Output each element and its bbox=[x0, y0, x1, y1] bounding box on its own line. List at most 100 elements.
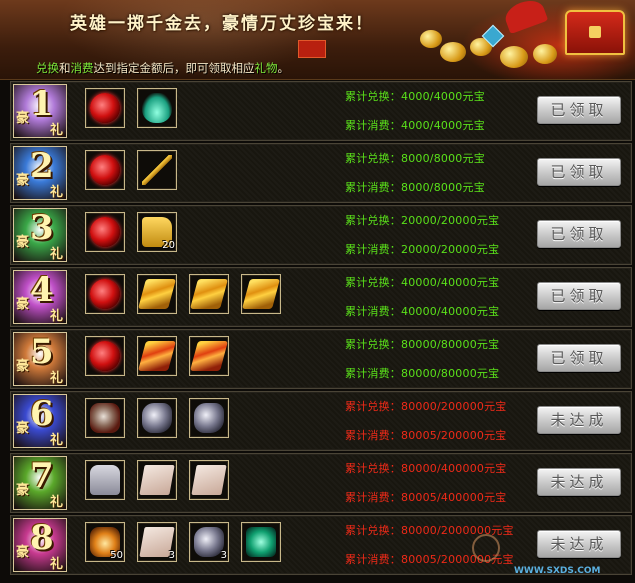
tier-number: 7 bbox=[30, 456, 54, 496]
reward-item-slot[interactable] bbox=[85, 212, 125, 252]
tier-char: 豪 bbox=[16, 421, 30, 436]
armor-icon bbox=[90, 465, 120, 495]
reward-tier-row: 1 豪礼累计兑换：4000/4000元宝 累计消费：4000/4000元宝 已领取 bbox=[10, 81, 632, 141]
tier-badge-icon: 8豪礼 bbox=[13, 518, 67, 572]
reward-item-slot[interactable] bbox=[241, 274, 281, 314]
tier-char: 豪 bbox=[16, 235, 30, 250]
spend-label: 累计消费： bbox=[345, 491, 401, 504]
reward-item-slot[interactable] bbox=[241, 522, 281, 562]
orb-icon bbox=[90, 341, 120, 371]
spend-value: 8000/8000元宝 bbox=[401, 181, 485, 194]
ore-icon bbox=[194, 403, 224, 433]
reward-item-slot[interactable] bbox=[85, 88, 125, 128]
exchange-progress: 累计兑换：8000/8000元宝 bbox=[345, 150, 485, 166]
tier-char: 礼 bbox=[50, 371, 64, 386]
tier-badge-icon: 5豪礼 bbox=[13, 332, 67, 386]
reward-item-slot[interactable]: 20 bbox=[137, 212, 177, 252]
reward-item-slot[interactable]: 50 bbox=[85, 522, 125, 562]
promo-banner: 英雄一掷千金去，豪情万丈珍宝来！ 兑换和消费达到指定金额后，即可领取相应礼物。 bbox=[0, 0, 635, 80]
paper-icon bbox=[139, 465, 175, 495]
exchange-value: 4000/4000元宝 bbox=[401, 90, 485, 103]
item-count: 20 bbox=[162, 240, 175, 251]
reward-item-slot[interactable] bbox=[137, 88, 177, 128]
claimed-button[interactable]: 已领取 bbox=[537, 96, 621, 124]
tier-char: 豪 bbox=[16, 483, 30, 498]
exchange-progress: 累计兑换：80000/400000元宝 bbox=[345, 460, 507, 476]
reward-tier-row: 6 豪礼 累计兑换：80000/200000元宝 累计消费：80005/200000元… bbox=[10, 391, 632, 451]
reward-tier-row: 4 豪礼累计兑换：40000/40000元宝 累计消费：40000/40000元宝已… bbox=[10, 267, 632, 327]
exchange-value: 80000/200000元宝 bbox=[401, 400, 507, 413]
spend-value: 80005/200000元宝 bbox=[401, 429, 507, 442]
not-reached-button[interactable]: 未达成 bbox=[537, 468, 621, 496]
reward-item-slot[interactable] bbox=[85, 274, 125, 314]
spend-progress: 累计消费：80005/2000000元宝 bbox=[345, 551, 514, 567]
spend-label: 累计消费： bbox=[345, 367, 401, 380]
claimed-button[interactable]: 已领取 bbox=[537, 220, 621, 248]
exchange-label: 累计兑换： bbox=[345, 90, 401, 103]
reward-item-slot[interactable] bbox=[137, 150, 177, 190]
reward-item-slot[interactable] bbox=[137, 398, 177, 438]
reward-item-slot[interactable] bbox=[137, 460, 177, 500]
ore-icon bbox=[194, 527, 224, 557]
reward-item-slot[interactable] bbox=[137, 274, 177, 314]
tier-char: 豪 bbox=[16, 173, 30, 188]
spend-label: 累计消费： bbox=[345, 429, 401, 442]
reward-item-slot[interactable] bbox=[189, 460, 229, 500]
spend-progress: 累计消费：80005/200000元宝 bbox=[345, 427, 507, 443]
reward-item-slot[interactable] bbox=[85, 460, 125, 500]
bottle-icon bbox=[142, 93, 172, 123]
desc-text: 达到指定金额后，即可领取相应 bbox=[93, 61, 255, 75]
exchange-progress: 累计兑换：80000/200000元宝 bbox=[345, 398, 507, 414]
not-reached-button[interactable]: 未达成 bbox=[537, 406, 621, 434]
tier-badge-icon: 3豪礼 bbox=[13, 208, 67, 262]
tier-char: 礼 bbox=[50, 123, 64, 138]
tier-badge-icon: 7豪礼 bbox=[13, 456, 67, 510]
reward-item-slot[interactable] bbox=[85, 398, 125, 438]
reward-item-slot[interactable] bbox=[189, 398, 229, 438]
tier-char: 礼 bbox=[50, 185, 64, 200]
exchange-value: 80000/400000元宝 bbox=[401, 462, 507, 475]
reward-item-slot[interactable] bbox=[189, 274, 229, 314]
spend-label: 累计消费： bbox=[345, 243, 401, 256]
gold-ingot-icon bbox=[440, 42, 466, 62]
exchange-progress: 累计兑换：80000/80000元宝 bbox=[345, 336, 499, 352]
banner-description: 兑换和消费达到指定金额后，即可领取相应礼物。 bbox=[36, 60, 289, 76]
treasure-chest-icon bbox=[565, 10, 625, 55]
exchange-value: 80000/80000元宝 bbox=[401, 338, 500, 351]
claimed-button[interactable]: 已领取 bbox=[537, 158, 621, 186]
item-count: 50 bbox=[110, 550, 123, 561]
tier-badge-icon: 4豪礼 bbox=[13, 270, 67, 324]
reward-item-slot[interactable] bbox=[189, 336, 229, 376]
scroll-gold-icon bbox=[137, 279, 177, 309]
reward-tier-row: 5 豪礼 累计兑换：80000/80000元宝 累计消费： 80000/80000元宝 已… bbox=[10, 329, 632, 389]
item-count: 3 bbox=[168, 550, 175, 561]
spend-progress: 累计消费：80005/400000元宝 bbox=[345, 489, 507, 505]
spend-label: 累计消费： bbox=[345, 305, 401, 318]
reward-item-slot[interactable]: 3 bbox=[137, 522, 177, 562]
exchange-progress: 累计兑换：80000/2000000元宝 bbox=[345, 522, 514, 538]
reward-item-slot[interactable] bbox=[137, 336, 177, 376]
reward-tier-row: 2 豪礼累计兑换：8000/8000元宝 累计消费：8000/8000元宝 已领取 bbox=[10, 143, 632, 203]
reward-item-slot[interactable] bbox=[85, 336, 125, 376]
tier-badge-icon: 6豪礼 bbox=[13, 394, 67, 448]
reward-item-slot[interactable]: 3 bbox=[189, 522, 229, 562]
claimed-button[interactable]: 已领取 bbox=[537, 282, 621, 310]
claimed-button[interactable]: 已领取 bbox=[537, 344, 621, 372]
reward-tier-list: 1 豪礼累计兑换：4000/4000元宝 累计消费：4000/4000元宝 已领取 2 豪… bbox=[10, 81, 632, 577]
spear-icon bbox=[142, 155, 172, 185]
spend-progress: 累计消费：8000/8000元宝 bbox=[345, 179, 485, 195]
exchange-label: 累计兑换： bbox=[345, 276, 401, 289]
tier-number: 8 bbox=[30, 518, 54, 558]
spend-label: 累计消费： bbox=[345, 119, 401, 132]
orb-icon bbox=[90, 279, 120, 309]
reward-tier-row: 7 豪礼 累计兑换：80000/400000元宝 累计消费：80005/400000元… bbox=[10, 453, 632, 513]
spend-label: 累计消费： bbox=[345, 553, 401, 566]
tier-char: 礼 bbox=[50, 495, 64, 510]
not-reached-button[interactable]: 未达成 bbox=[537, 530, 621, 558]
spend-progress: 累计消费：20000/20000元宝 bbox=[345, 241, 499, 257]
beast-icon bbox=[90, 403, 120, 433]
exchange-label: 累计兑换： bbox=[345, 400, 401, 413]
paper-icon bbox=[191, 465, 227, 495]
reward-item-slot[interactable] bbox=[85, 150, 125, 190]
jade-icon bbox=[246, 527, 276, 557]
